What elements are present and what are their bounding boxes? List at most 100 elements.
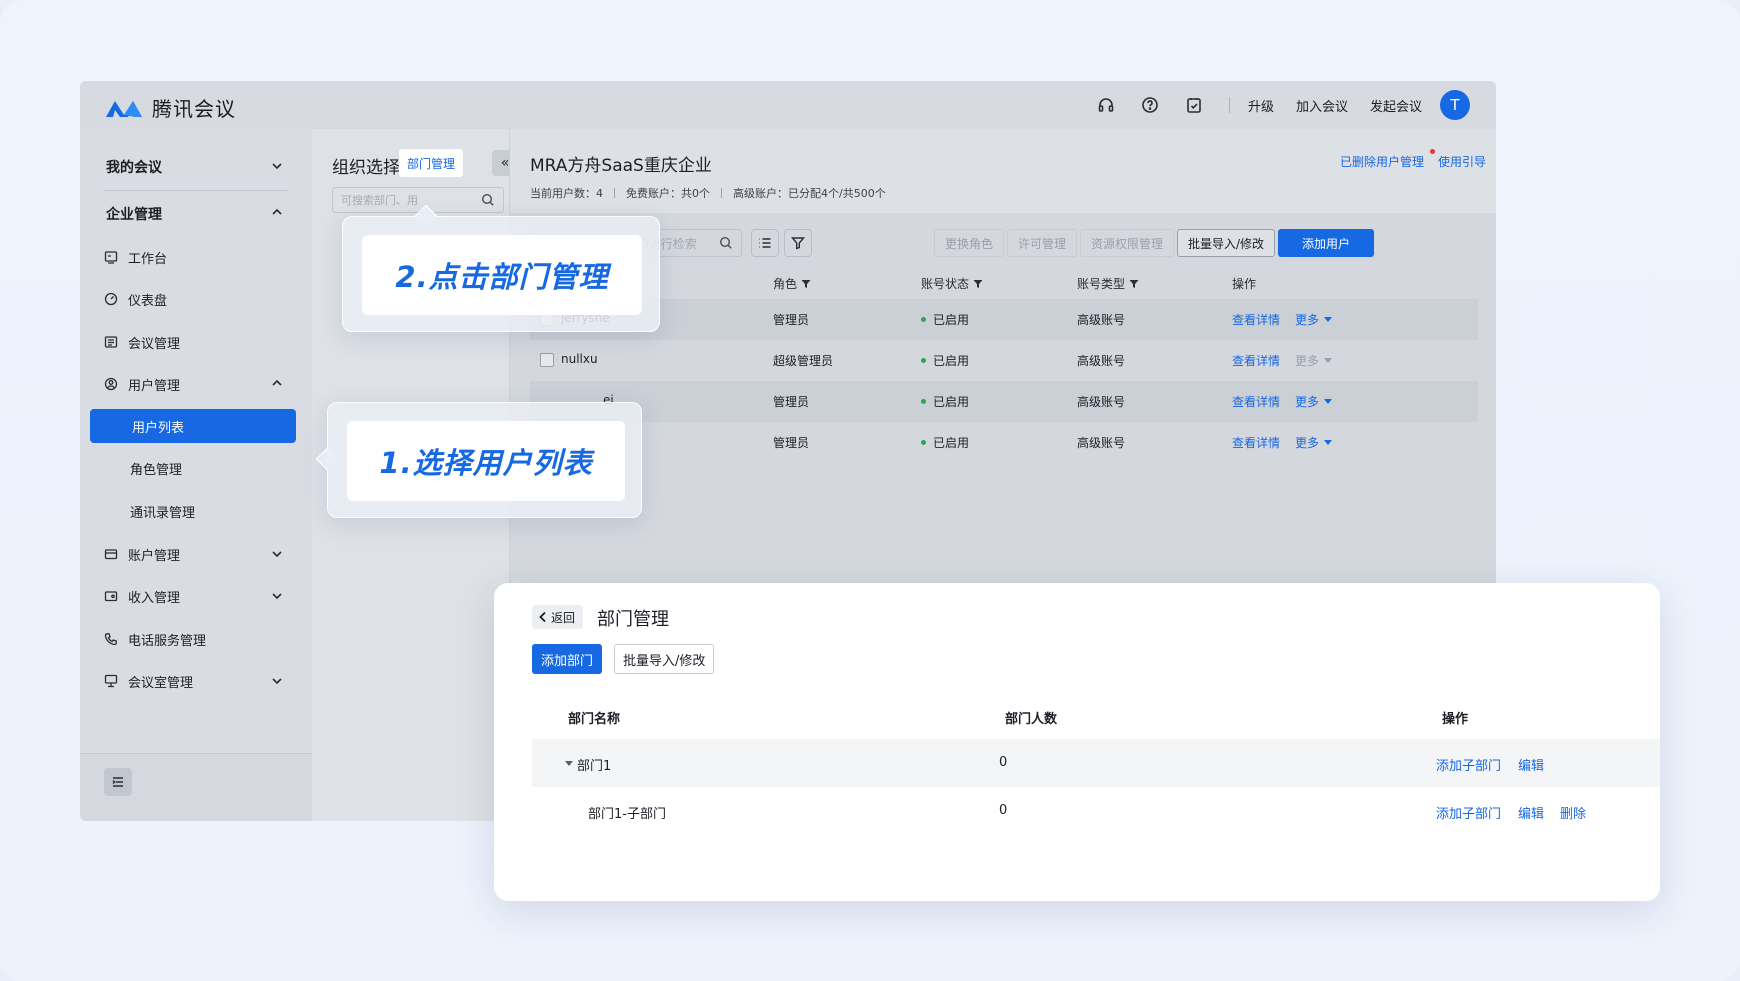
more-label: 更多 [1295,395,1320,409]
more-dropdown[interactable]: 更多 [1295,434,1333,451]
caret-down-icon[interactable] [565,761,573,767]
sidebar-divider [104,190,288,191]
change-role-button[interactable]: 更换角色 [934,229,1005,257]
filter-icon[interactable] [801,279,811,289]
list-view-icon[interactable] [751,229,779,257]
sidebar-group-enterprise[interactable]: 企业管理 [106,204,162,224]
view-detail-link[interactable]: 查看详情 [1232,311,1280,328]
account-type: 高级账号 [1077,313,1126,327]
sidebar-item-label: 用户管理 [128,378,181,394]
app-logo[interactable]: 腾讯会议 [104,93,236,122]
sidebar: 我的会议 企业管理 工作台 仪表盘 会议管理 用户管理 用户列表 角色管理 通讯… [80,129,312,821]
sidebar-item-dashboard[interactable]: 仪表盘 [104,282,288,316]
chevron-up-icon[interactable] [270,205,284,219]
filter-icon[interactable] [973,279,983,289]
table-row[interactable]: e 管理员 已启用 高级账号 查看详情 更多 [530,422,1478,463]
collapse-menu-icon[interactable] [104,768,132,796]
chevron-down-icon[interactable] [270,589,284,603]
edit-dept-link[interactable]: 编辑 [1518,803,1544,822]
sidebar-footer [80,753,312,821]
top-bar: 腾讯会议 升级 加入会议 发起会议 T [80,81,1496,129]
chevron-up-icon[interactable] [270,376,284,390]
user-name: nullxu [561,352,598,366]
task-clipboard-icon[interactable] [1183,94,1205,116]
sidebar-item-workbench[interactable]: 工作台 [104,240,288,274]
help-icon[interactable] [1139,94,1161,116]
headset-icon[interactable] [1095,94,1117,116]
status-dot [921,358,926,363]
column-header-dept-ops: 操作 [1442,712,1469,727]
view-detail-link[interactable]: 查看详情 [1232,352,1280,369]
enterprise-title: MRA方舟SaaS重庆企业 [530,156,712,176]
more-dropdown[interactable]: 更多 [1295,393,1333,410]
sidebar-item-role-mgmt[interactable]: 角色管理 [130,459,182,478]
status-label: 已启用 [933,313,970,327]
sidebar-item-phone-mgmt[interactable]: 电话服务管理 [104,622,288,656]
sidebar-item-label: 仪表盘 [128,293,168,309]
table-row[interactable]: 部门1 0 添加子部门 编辑 [532,739,1660,787]
sidebar-item-user-mgmt[interactable]: 用户管理 [104,367,288,401]
batch-import-dept-button[interactable]: 批量导入/修改 [614,644,715,674]
column-header-role[interactable]: 角色 [773,275,811,292]
deleted-users-link[interactable]: 已删除用户管理 [1340,153,1424,170]
more-dropdown[interactable]: 更多 [1295,311,1333,328]
header-links: 已删除用户管理 使用引导 [1340,153,1486,170]
column-label: 角色 [773,277,798,291]
chevron-down-icon[interactable] [270,159,284,173]
list-box-icon [104,335,118,349]
account-type: 高级账号 [1077,395,1126,409]
dept-count: 0 [999,803,1008,818]
sidebar-item-room-mgmt[interactable]: 会议室管理 [104,664,288,698]
table-row[interactable]: nullxu 超级管理员 已启用 高级账号 查看详情 更多 [530,340,1478,381]
column-header-status[interactable]: 账号状态 [921,275,983,292]
add-dept-button[interactable]: 添加部门 [532,644,603,674]
callout-step-1-text: 1.选择用户列表 [347,421,625,501]
add-sub-dept-link[interactable]: 添加子部门 [1436,803,1501,822]
top-bar-actions: 升级 加入会议 发起会议 T [1073,89,1470,121]
dept-mgmt-button[interactable]: 部门管理 [399,149,464,177]
table-row[interactable]: 部门1-子部门 0 添加子部门 编辑 删除 [532,787,1660,835]
add-sub-dept-link[interactable]: 添加子部门 [1436,755,1501,774]
sidebar-item-user-list[interactable]: 用户列表 [90,409,296,443]
chevron-down-icon[interactable] [270,674,284,688]
user-role: 管理员 [773,395,810,409]
sidebar-item-account-mgmt[interactable]: 账户管理 [104,537,288,571]
table-row[interactable]: ei 管理员 已启用 高级账号 查看详情 更多 [530,381,1478,422]
table-row[interactable]: jerryshe 管理员 已启用 高级账号 查看详情 更多 [530,299,1478,340]
delete-dept-link[interactable]: 删除 [1560,803,1586,822]
row-checkbox[interactable] [540,353,554,367]
edit-dept-link[interactable]: 编辑 [1518,755,1544,774]
sidebar-item-contacts-mgmt[interactable]: 通讯录管理 [130,502,195,521]
batch-import-button[interactable]: 批量导入/修改 [1177,229,1276,257]
view-detail-link[interactable]: 查看详情 [1232,393,1280,410]
upgrade-link[interactable]: 升级 [1248,96,1274,115]
column-header-ops: 操作 [1232,275,1256,292]
back-button[interactable]: 返回 [532,605,584,629]
add-user-button[interactable]: 添加用户 [1278,229,1375,257]
sidebar-item-meeting-mgmt[interactable]: 会议管理 [104,325,288,359]
status-dot [921,399,926,404]
join-meeting-link[interactable]: 加入会议 [1296,96,1348,115]
more-label: 更多 [1295,313,1320,327]
start-meeting-link[interactable]: 发起会议 [1370,96,1422,115]
sidebar-item-label: 会议管理 [128,336,181,352]
sidebar-item-label: 工作台 [128,251,168,267]
guide-link[interactable]: 使用引导 [1438,153,1486,170]
caret-down-icon [1324,358,1333,363]
filter-icon[interactable] [1129,279,1139,289]
license-mgmt-button[interactable]: 许可管理 [1007,229,1078,257]
topbar-divider [1228,97,1230,113]
status-label: 已启用 [933,436,970,450]
wallet-icon [104,547,118,561]
phone-icon [104,632,118,646]
org-search-input[interactable]: 可搜索部门、用 [332,187,504,213]
column-header-type[interactable]: 账号类型 [1077,275,1139,292]
filter-icon[interactable] [784,229,812,257]
resource-permission-button[interactable]: 资源权限管理 [1080,229,1175,257]
sidebar-item-revenue-mgmt[interactable]: 收入管理 [104,579,288,613]
view-detail-link[interactable]: 查看详情 [1232,434,1280,451]
user-avatar[interactable]: T [1440,90,1470,120]
sidebar-group-my-meetings[interactable]: 我的会议 [106,157,162,177]
account-status: 已启用 [921,434,969,451]
chevron-down-icon[interactable] [270,547,284,561]
